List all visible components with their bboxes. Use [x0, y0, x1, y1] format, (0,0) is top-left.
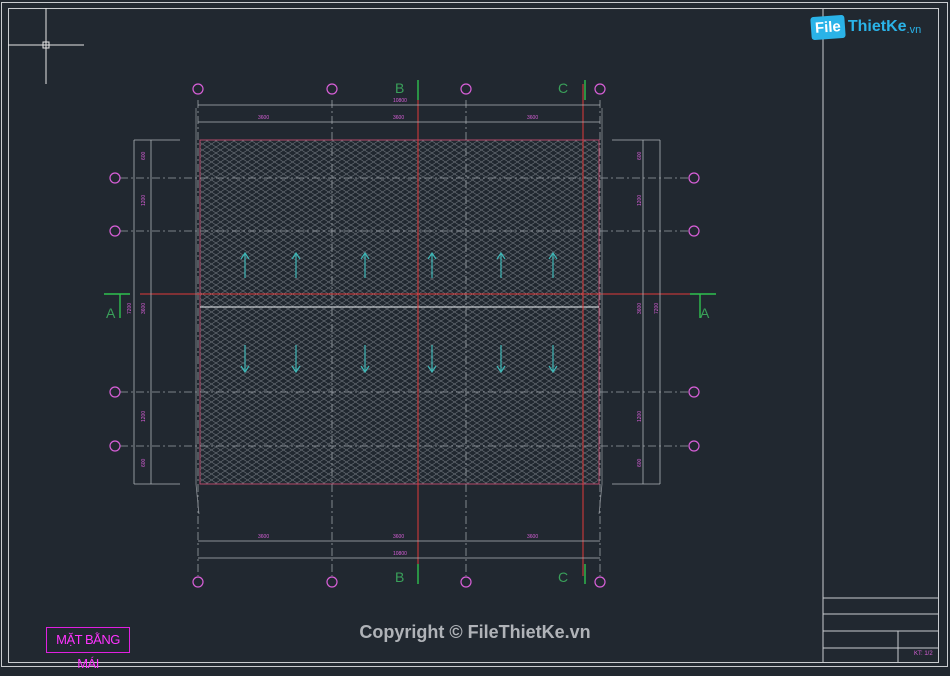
filethietke-logo: File ThietKe .vn: [810, 12, 922, 42]
dim-left-total: 7200: [127, 303, 133, 314]
dim-bottom-2: 3600: [393, 534, 404, 540]
cad-crosshair-cursor[interactable]: [8, 8, 84, 84]
section-label-c-bottom: C: [558, 569, 568, 585]
copyright-watermark: Copyright © FileThietKe.vn: [359, 622, 591, 642]
scale-label: KT: 1/2: [914, 651, 933, 657]
dim-right-5: 600: [637, 458, 643, 467]
section-label-b-top: B: [395, 80, 404, 96]
cad-drawing: B C B C A A 3600 3600 3600 10800 3600 36…: [1, 2, 948, 667]
dim-left-4: 1200: [141, 411, 147, 422]
dim-bottom-1: 3600: [258, 534, 269, 540]
dim-top-2: 3600: [393, 115, 404, 121]
section-label-a-right: A: [700, 305, 710, 321]
roof-hatch-area: [199, 139, 600, 485]
logo-file-box: File: [810, 14, 846, 40]
logo-tld: .vn: [906, 24, 922, 36]
section-label-c-top: C: [558, 80, 568, 96]
dim-right-1: 600: [637, 151, 643, 160]
drawing-title: MẶT BẰNG MÁI: [46, 627, 130, 671]
section-label-b-bottom: B: [395, 569, 404, 585]
dim-right-2: 1200: [637, 195, 643, 206]
section-label-a-left: A: [106, 305, 116, 321]
dim-left-2: 1200: [141, 195, 147, 206]
dim-right-total: 7200: [654, 303, 660, 314]
dim-bottom-3: 3600: [527, 534, 538, 540]
dim-top-1: 3600: [258, 115, 269, 121]
dim-bottom-total: 10800: [393, 551, 407, 557]
dim-top-total: 10800: [393, 98, 407, 104]
dim-left-5: 600: [141, 458, 147, 467]
logo-name: ThietKe: [847, 18, 907, 35]
dim-left-3: 3600: [141, 303, 147, 314]
dim-top-3: 3600: [527, 115, 538, 121]
dim-right-3: 3600: [637, 303, 643, 314]
dim-left-1: 600: [141, 151, 147, 160]
dim-right-4: 1200: [637, 411, 643, 422]
